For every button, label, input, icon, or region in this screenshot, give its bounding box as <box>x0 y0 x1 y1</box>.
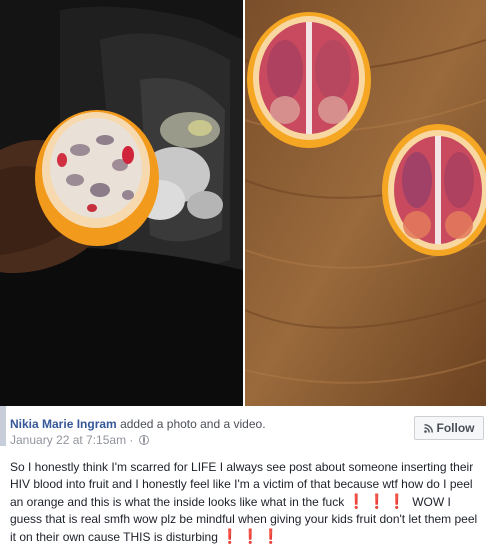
globe-icon[interactable] <box>138 435 149 445</box>
post-meta: January 22 at 7:15am · <box>10 433 149 447</box>
author-name-link[interactable]: Nikia Marie Ingram <box>10 417 117 431</box>
avatar[interactable] <box>0 406 6 446</box>
follow-button[interactable]: Follow <box>414 416 484 440</box>
photo-orange-halves[interactable] <box>245 0 486 406</box>
rss-icon <box>423 423 433 433</box>
post-body: So I honestly think I'm scarred for LIFE… <box>10 459 480 546</box>
post-details: Nikia Marie Ingram added a photo and a v… <box>0 406 486 550</box>
follow-label: Follow <box>436 421 475 435</box>
exclamation-emoji-1: ❗❗❗ <box>347 493 409 509</box>
exclamation-emoji-2: ❗❗❗ <box>221 528 283 544</box>
post-action: added a photo and a video. <box>120 417 266 431</box>
photo-hand-orange[interactable] <box>0 0 243 406</box>
photo-grid <box>0 0 486 406</box>
meta-separator: · <box>129 433 134 447</box>
author-line: Nikia Marie Ingram added a photo and a v… <box>10 417 266 431</box>
timestamp-link[interactable]: January 22 at 7:15am <box>10 433 126 447</box>
